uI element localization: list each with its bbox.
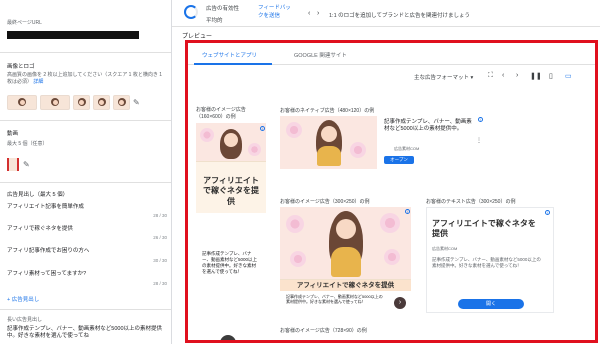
ad-label-image-300x250: お客様のイメージ広告（300×250）の例 (280, 199, 370, 205)
final-url-field-redacted[interactable] (7, 31, 139, 39)
headline-input[interactable]: アフィリ記事作成でお困りの方へ (7, 246, 171, 254)
char-count: 28 / 30 (153, 213, 167, 218)
native-ad-image (280, 116, 377, 169)
char-count: 28 / 30 (153, 281, 167, 286)
skyscraper-body: 記事作成テンプレ、バナー、動画素材など5000以上の素材提供中。好きな素材を選ん… (202, 251, 257, 275)
format-select[interactable]: 主な広告フォーマット ▾ (414, 73, 473, 81)
text-ad-body: 記事作成テンプレ、バナー、動画素材など5000以上の素材提供中。好きな素材を選ん… (432, 257, 541, 269)
images-description: 高画質の画像を 2 枚以上追加してください（スクエア 1 枚と横向き 1 枚は必… (7, 72, 162, 85)
preview-frame: ウェブサイトとアプリ GOOGLE 関連サイト 主な広告フォーマット ▾ ⛶ ‹… (185, 40, 598, 343)
scroll-circle (220, 335, 236, 340)
ad-label-native-480x120: お客様のネイティブ広告（480×120）の例 (280, 108, 375, 114)
image-thumbnail[interactable] (113, 95, 130, 110)
pause-icon[interactable]: ❚❚ (530, 72, 542, 80)
ad-choices-icon[interactable]: i (405, 209, 410, 214)
native-ad-text: 記事作成テンプレ、バナー、動画素材など5000以上の素材提供中。 (384, 119, 472, 133)
ad-label-image-728x90: お客様のイメージ広告（728×90）の例 (280, 328, 367, 334)
mobile-icon[interactable]: ▯ (549, 72, 553, 80)
tab-google-sites[interactable]: GOOGLE 関連サイト (294, 51, 347, 59)
image-thumbnail[interactable] (93, 95, 110, 110)
char-count: 30 / 30 (153, 258, 167, 263)
chevron-left-icon[interactable]: ‹ (308, 10, 310, 17)
more-vert-icon[interactable]: ⋮ (476, 137, 482, 144)
ad-choices-icon[interactable]: i (260, 126, 265, 131)
image-ad-picture (280, 207, 411, 279)
images-heading: 画像とロゴ (7, 64, 35, 70)
preview-tabs: ウェブサイトとアプリ GOOGLE 関連サイト (188, 43, 595, 65)
prev-icon[interactable]: ‹ (502, 72, 504, 79)
image-thumbnails: ✎ (7, 95, 140, 110)
native-ad-advertiser: 広告素材COM (394, 146, 420, 151)
divider (0, 309, 171, 310)
ad-choices-icon[interactable]: i (545, 210, 550, 215)
video-description: 最大 5 個（任意） (7, 141, 48, 147)
video-heading: 動画 (7, 131, 19, 137)
edit-pencil-icon[interactable]: ✎ (133, 98, 140, 107)
image-ad-body: 記事作成テンプレ、バナー、動画素材など5000以上の素材提供中。好きな素材を選ん… (286, 294, 383, 305)
divider (0, 182, 171, 183)
desktop-icon[interactable]: ▭ (565, 72, 572, 80)
active-tab-indicator (194, 63, 272, 65)
images-learn-more-link[interactable]: 詳細 (33, 79, 43, 85)
suggestion-text: 1:1 のロゴを追加してブランドと広告を関連付けましょう (329, 13, 471, 19)
char-count: 26 / 30 (153, 235, 167, 240)
chevron-right-icon[interactable]: › (317, 10, 319, 17)
add-headline-link[interactable]: + 広告見出し (7, 295, 39, 303)
asset-editor-panel: 最終ページURL 画像とロゴ 高画質の画像を 2 枚以上追加してください（スクエ… (0, 0, 172, 344)
edit-pencil-icon[interactable]: ✎ (23, 160, 30, 169)
ad-label-text-300x250: お客様のテキスト広告（300×250）の例 (426, 199, 516, 205)
headline-input[interactable]: アフィリ素材って困ってますか? (7, 269, 171, 277)
fullscreen-icon[interactable]: ⛶ (488, 72, 493, 80)
ad-strength-value: 平均的 (206, 18, 223, 24)
headlines-heading: 広告見出し（最大 5 個） (7, 192, 69, 198)
ad-choices-icon[interactable]: i (478, 117, 483, 122)
long-headline-label: 長い広告見出し (7, 317, 43, 323)
image-ad-banner: アフィリエイトで稼ぐネタを提供 (280, 279, 411, 291)
final-url-label: 最終ページURL (7, 20, 42, 26)
skyscraper-image (196, 123, 266, 161)
arrow-forward-icon[interactable]: › (394, 297, 406, 309)
skyscraper-banner: アフィリエイトで稼ぐネタを提供 (196, 161, 266, 213)
divider (0, 52, 171, 53)
preview-heading: プレビュー (182, 34, 213, 40)
text-ad-advertiser: 広告素材COM (432, 246, 458, 251)
divider (0, 120, 171, 121)
ad-strength-bar: 広告の有効性 平均的 フィードバックを送信 ‹ › 1:1 のロゴを追加してブラ… (172, 0, 600, 27)
headline-input[interactable]: アフィリで稼ぐネタを提供 (7, 224, 171, 232)
next-icon[interactable]: › (516, 72, 518, 79)
tab-websites-apps[interactable]: ウェブサイトとアプリ (202, 51, 257, 59)
image-thumbnail[interactable] (7, 95, 37, 110)
image-thumbnail[interactable] (40, 95, 70, 110)
video-thumbnail[interactable] (7, 158, 19, 171)
headline-input[interactable]: アフィリエイト記事を簡単作成 (7, 202, 171, 210)
long-headline-input[interactable]: 記事作成テンプレ、バナー、動画素材など5000以上の素材提供 中。好きな素材を選… (7, 326, 167, 341)
ad-strength-label: 広告の有効性 (206, 6, 240, 12)
feedback-link[interactable]: フィードバックを送信 (258, 4, 296, 21)
text-ad-open-button[interactable]: 開く (458, 299, 524, 309)
native-open-button[interactable]: オープン (384, 156, 414, 164)
image-thumbnail[interactable] (73, 95, 90, 110)
ad-label-image-160x600: お客様のイメージ広告（160×600）の例 (196, 107, 246, 120)
text-ad-headline: アフィリエイトで稼ぐネタを提供 (432, 219, 536, 239)
ad-strength-gauge (184, 5, 198, 19)
